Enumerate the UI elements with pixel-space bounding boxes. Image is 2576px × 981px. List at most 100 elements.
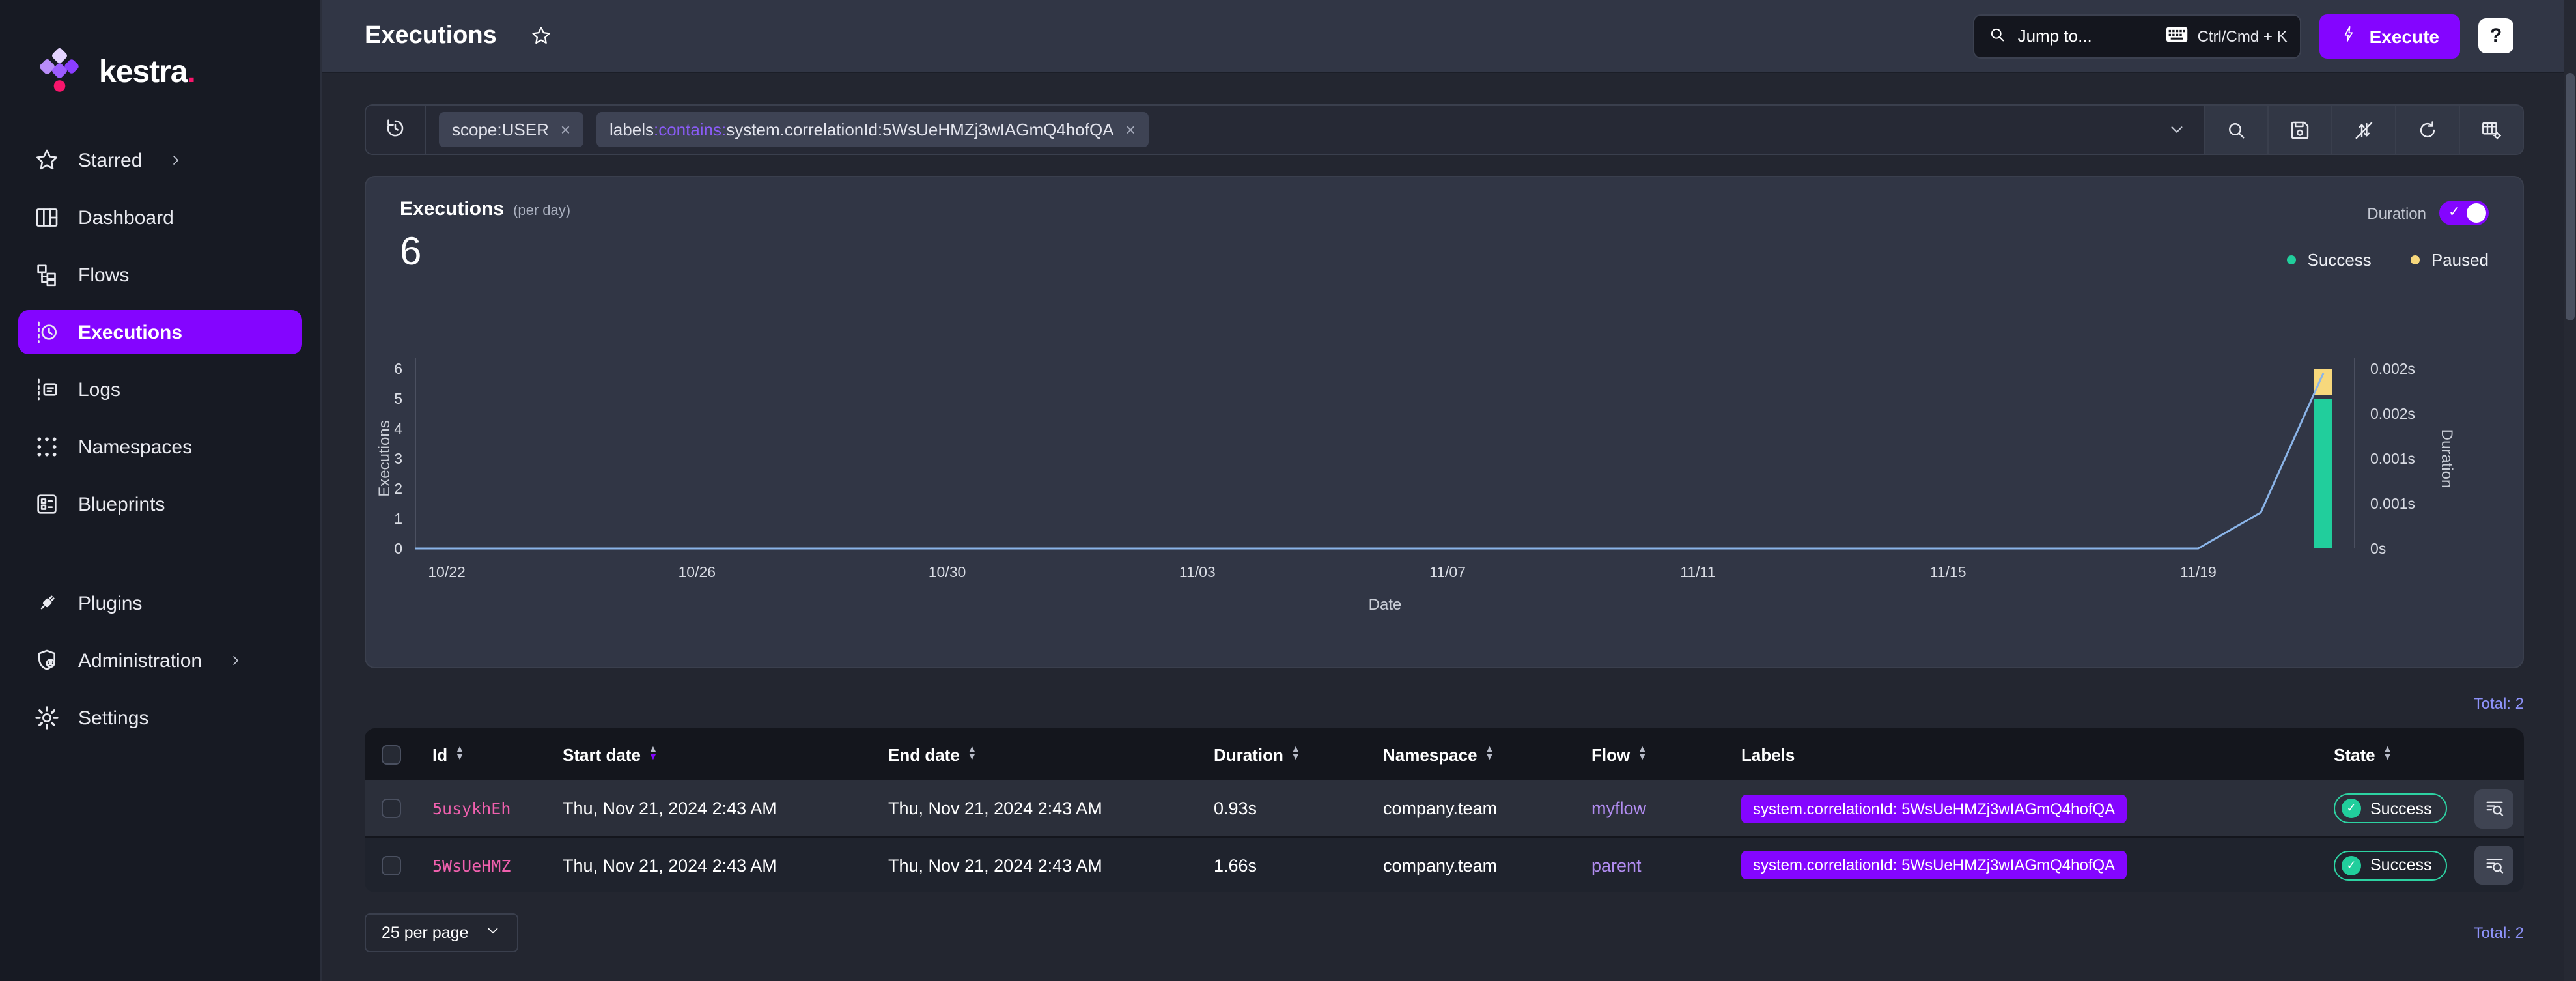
column-header-duration[interactable]: Duration ▲▼ (1198, 745, 1367, 764)
duration-toggle-row: Duration ✓ (2367, 201, 2489, 225)
legend-item-success[interactable]: Success (2287, 250, 2372, 270)
left-axis-tick: 1 (394, 510, 402, 527)
per-page-select[interactable]: 25 per page (365, 913, 518, 952)
filter-reset-button[interactable] (2331, 106, 2395, 154)
end-date-cell: Thu, Nov 21, 2024 2:43 AM (873, 799, 1198, 818)
x-axis-tick: 10/22 (428, 563, 466, 580)
duration-cell: 1.66s (1198, 855, 1367, 875)
flows-icon (34, 262, 60, 288)
sidebar-item-label: Starred (78, 149, 142, 171)
label-chip[interactable]: system.correlationId: 5WsUeHMZj3wIAGmQ4h… (1741, 794, 2127, 823)
flow-link[interactable]: myflow (1591, 799, 1646, 818)
namespace-cell: company.team (1367, 799, 1576, 818)
row-checkbox[interactable] (381, 855, 400, 875)
sidebar-item-label: Settings (78, 707, 148, 729)
close-icon[interactable]: × (561, 120, 570, 139)
x-axis-tick: 11/19 (2180, 563, 2217, 580)
start-date-cell: Thu, Nov 21, 2024 2:43 AM (547, 799, 873, 818)
filter-chips: scope:USER × labels:contains:system.corr… (426, 112, 2149, 147)
sidebar-item-label: Blueprints (78, 493, 165, 515)
right-axis-title: Duration (2438, 429, 2456, 489)
filter-history-button[interactable] (366, 106, 426, 154)
namespace-cell: company.team (1367, 855, 1576, 875)
sort-icon-active: ▲▼ (649, 746, 658, 762)
table-row[interactable]: 5usykhEh Thu, Nov 21, 2024 2:43 AM Thu, … (365, 780, 2524, 836)
namespaces-icon (34, 434, 60, 460)
chart-subtitle: (per day) (513, 203, 570, 219)
column-header-end-date[interactable]: End date ▲▼ (873, 745, 1198, 764)
sidebar-item-settings[interactable]: Settings (18, 696, 302, 740)
label-chip[interactable]: system.correlationId: 5WsUeHMZj3wIAGmQ4h… (1741, 851, 2127, 879)
chevron-down-icon[interactable] (2149, 120, 2204, 139)
column-header-start-date[interactable]: Start date ▲▼ (547, 745, 873, 764)
sidebar-item-label: Logs (78, 378, 120, 401)
sidebar-item-administration[interactable]: Administration (18, 638, 302, 683)
start-date-cell: Thu, Nov 21, 2024 2:43 AM (547, 855, 873, 875)
left-axis-tick: 2 (394, 480, 402, 497)
filter-chip-labels[interactable]: labels:contains:system.correlationId:5Ws… (596, 112, 1149, 147)
row-checkbox[interactable] (381, 799, 400, 818)
row-logs-button[interactable] (2474, 789, 2513, 828)
filter-search-button[interactable] (2204, 106, 2267, 154)
select-all-checkbox[interactable] (381, 745, 400, 764)
toggle-knob (2467, 203, 2486, 223)
close-icon[interactable]: × (1126, 120, 1136, 139)
administration-icon (34, 647, 60, 674)
sidebar-item-flows[interactable]: Flows (18, 253, 302, 297)
sidebar-item-blueprints[interactable]: Blueprints (18, 482, 302, 526)
right-axis-tick: 0s (2370, 540, 2386, 557)
execution-id-link[interactable]: 5usykhEh (432, 799, 511, 818)
filter-actions (2204, 106, 2523, 154)
column-header-namespace[interactable]: Namespace ▲▼ (1367, 745, 1576, 764)
x-axis-tick: 11/07 (1429, 563, 1466, 580)
scrollbar-thumb[interactable] (2566, 73, 2575, 320)
save-filter-button[interactable] (2267, 106, 2331, 154)
app-window: kestra. Starred Dashboard (0, 0, 2576, 981)
sidebar-item-logs[interactable]: Logs (18, 367, 302, 412)
right-axis-tick: 0.001s (2370, 495, 2415, 512)
filter-input[interactable]: scope:USER × labels:contains:system.corr… (366, 106, 2204, 154)
sidebar-item-dashboard[interactable]: Dashboard (18, 195, 302, 240)
x-axis-tick: 11/11 (1680, 563, 1715, 580)
logo-dot: . (187, 55, 195, 90)
executions-chart: 01234560s0.001s0.001s0.002s0.002s10/2210… (376, 306, 2460, 616)
star-icon (34, 147, 60, 173)
sidebar-item-namespaces[interactable]: Namespaces (18, 425, 302, 469)
right-axis-tick: 0.001s (2370, 450, 2415, 467)
help-button[interactable]: ? (2478, 18, 2513, 53)
column-header-flow[interactable]: Flow ▲▼ (1576, 745, 1726, 764)
right-axis-tick: 0.002s (2370, 360, 2415, 377)
execution-id-link[interactable]: 5WsUeHMZ (432, 855, 511, 875)
flow-link[interactable]: parent (1591, 855, 1642, 875)
table-settings-button[interactable] (2459, 106, 2523, 154)
row-logs-button[interactable] (2474, 846, 2513, 885)
column-header-labels: Labels (1726, 745, 2318, 764)
left-axis-tick: 3 (394, 450, 402, 467)
sidebar-item-executions[interactable]: Executions (18, 310, 302, 354)
jump-to-search[interactable]: Jump to... Ctrl/Cmd + K (1974, 14, 2302, 58)
bar-paused (2314, 369, 2332, 395)
sort-icon: ▲▼ (2383, 746, 2392, 762)
success-dot-icon (2287, 255, 2296, 264)
total-count-top: Total: 2 (365, 694, 2524, 713)
filter-chip-scope[interactable]: scope:USER × (439, 112, 583, 147)
sidebar-item-starred[interactable]: Starred (18, 138, 302, 182)
chart-title: Executions (400, 198, 504, 220)
sort-icon: ▲▼ (1291, 746, 1300, 762)
favorite-star-icon[interactable] (531, 25, 553, 47)
page-scrollbar[interactable] (2564, 0, 2576, 981)
table-header-row: Id ▲▼ Start date ▲▼ End date ▲▼ Duration… (365, 728, 2524, 780)
legend-item-paused[interactable]: Paused (2411, 250, 2489, 270)
sidebar-item-plugins[interactable]: Plugins (18, 581, 302, 625)
success-check-icon: ✓ (2342, 855, 2361, 875)
sidebar: kestra. Starred Dashboard (0, 0, 322, 981)
sort-icon: ▲▼ (1638, 746, 1647, 762)
chart-legend: Success Paused (2287, 250, 2489, 270)
refresh-button[interactable] (2395, 106, 2459, 154)
column-header-state[interactable]: State ▲▼ (2318, 745, 2474, 764)
execute-button[interactable]: Execute (2320, 14, 2460, 58)
kestra-logo[interactable]: kestra. (18, 44, 302, 102)
duration-toggle[interactable]: ✓ (2439, 201, 2489, 225)
column-header-id[interactable]: Id ▲▼ (417, 745, 547, 764)
table-row[interactable]: 5WsUeHMZ Thu, Nov 21, 2024 2:43 AM Thu, … (365, 836, 2524, 892)
